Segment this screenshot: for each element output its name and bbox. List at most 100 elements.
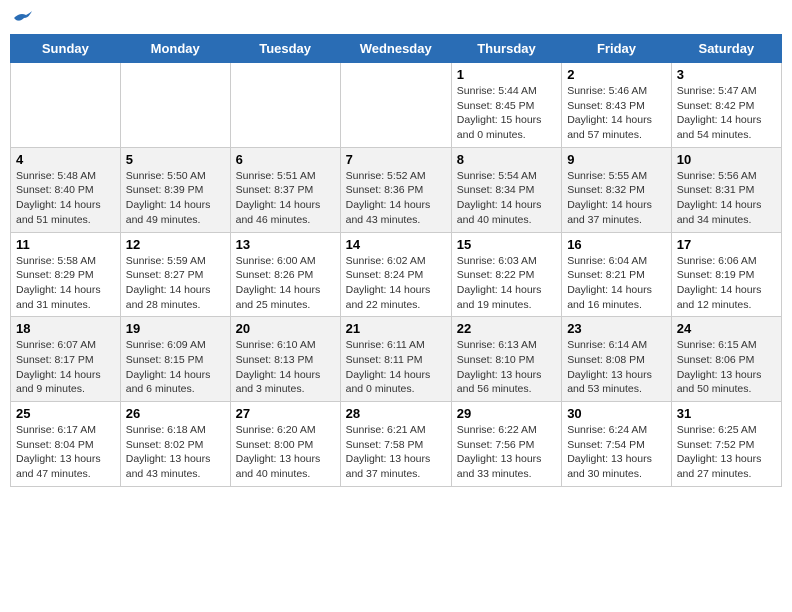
day-info: Sunrise: 6:03 AM Sunset: 8:22 PM Dayligh…: [457, 254, 556, 313]
calendar-day-header: Wednesday: [340, 35, 451, 63]
day-info: Sunrise: 6:06 AM Sunset: 8:19 PM Dayligh…: [677, 254, 776, 313]
day-number: 2: [567, 67, 666, 82]
calendar-cell: 3Sunrise: 5:47 AM Sunset: 8:42 PM Daylig…: [671, 63, 781, 148]
calendar-cell: 22 Sunrise: 6:13 AM Sunset: 8:10 PM Dayli…: [451, 317, 561, 402]
day-number: 13: [236, 237, 335, 252]
calendar-cell: 25 Sunrise: 6:17 AM Sunset: 8:04 PM Dayli…: [11, 402, 121, 487]
calendar-cell: 27Sunrise: 6:20 AM Sunset: 8:00 PM Dayli…: [230, 402, 340, 487]
day-number: 22: [457, 321, 556, 336]
logo: [10, 10, 32, 26]
day-number: 23: [567, 321, 666, 336]
day-info: Sunrise: 5:51 AM Sunset: 8:37 PM Dayligh…: [236, 169, 335, 228]
day-number: 9: [567, 152, 666, 167]
day-number: 3: [677, 67, 776, 82]
day-number: 15: [457, 237, 556, 252]
calendar-cell: [340, 63, 451, 148]
calendar-cell: 29 Sunrise: 6:22 AM Sunset: 7:56 PM Dayli…: [451, 402, 561, 487]
day-number: 5: [126, 152, 225, 167]
day-number: 25: [16, 406, 115, 421]
calendar-cell: 7Sunrise: 5:52 AM Sunset: 8:36 PM Daylig…: [340, 147, 451, 232]
calendar-week-row: 1 Sunrise: 5:44 AM Sunset: 8:45 PM Daylig…: [11, 63, 782, 148]
day-info: Sunrise: 5:46 AM Sunset: 8:43 PM Dayligh…: [567, 84, 666, 143]
day-info: Sunrise: 5:48 AM Sunset: 8:40 PM Dayligh…: [16, 169, 115, 228]
calendar-day-header: Saturday: [671, 35, 781, 63]
calendar-day-header: Sunday: [11, 35, 121, 63]
day-info: Sunrise: 6:22 AM Sunset: 7:56 PM Dayligh…: [457, 423, 556, 482]
day-info: Sunrise: 6:02 AM Sunset: 8:24 PM Dayligh…: [346, 254, 446, 313]
calendar-cell: 8Sunrise: 5:54 AM Sunset: 8:34 PM Daylig…: [451, 147, 561, 232]
day-number: 28: [346, 406, 446, 421]
day-info: Sunrise: 6:09 AM Sunset: 8:15 PM Dayligh…: [126, 338, 225, 397]
calendar-cell: 24 Sunrise: 6:15 AM Sunset: 8:06 PM Dayli…: [671, 317, 781, 402]
day-info: Sunrise: 6:25 AM Sunset: 7:52 PM Dayligh…: [677, 423, 776, 482]
calendar-cell: 19Sunrise: 6:09 AM Sunset: 8:15 PM Dayli…: [120, 317, 230, 402]
logo-bird-icon: [12, 10, 32, 26]
day-info: Sunrise: 6:04 AM Sunset: 8:21 PM Dayligh…: [567, 254, 666, 313]
day-number: 18: [16, 321, 115, 336]
calendar-cell: 31 Sunrise: 6:25 AM Sunset: 7:52 PM Dayli…: [671, 402, 781, 487]
calendar-cell: 12 Sunrise: 5:59 AM Sunset: 8:27 PM Dayli…: [120, 232, 230, 317]
calendar-cell: 16 Sunrise: 6:04 AM Sunset: 8:21 PM Dayli…: [562, 232, 672, 317]
day-number: 4: [16, 152, 115, 167]
day-info: Sunrise: 6:24 AM Sunset: 7:54 PM Dayligh…: [567, 423, 666, 482]
day-number: 27: [236, 406, 335, 421]
calendar-cell: 26 Sunrise: 6:18 AM Sunset: 8:02 PM Dayli…: [120, 402, 230, 487]
day-number: 29: [457, 406, 556, 421]
day-number: 6: [236, 152, 335, 167]
calendar-week-row: 25 Sunrise: 6:17 AM Sunset: 8:04 PM Dayli…: [11, 402, 782, 487]
day-info: Sunrise: 6:21 AM Sunset: 7:58 PM Dayligh…: [346, 423, 446, 482]
calendar-cell: 9 Sunrise: 5:55 AM Sunset: 8:32 PM Daylig…: [562, 147, 672, 232]
calendar-cell: 13 Sunrise: 6:00 AM Sunset: 8:26 PM Dayli…: [230, 232, 340, 317]
day-number: 21: [346, 321, 446, 336]
day-info: Sunrise: 6:14 AM Sunset: 8:08 PM Dayligh…: [567, 338, 666, 397]
calendar-day-header: Thursday: [451, 35, 561, 63]
day-number: 14: [346, 237, 446, 252]
calendar-cell: 5 Sunrise: 5:50 AM Sunset: 8:39 PM Daylig…: [120, 147, 230, 232]
day-info: Sunrise: 6:10 AM Sunset: 8:13 PM Dayligh…: [236, 338, 335, 397]
day-info: Sunrise: 5:50 AM Sunset: 8:39 PM Dayligh…: [126, 169, 225, 228]
calendar-cell: 28 Sunrise: 6:21 AM Sunset: 7:58 PM Dayli…: [340, 402, 451, 487]
calendar-week-row: 4 Sunrise: 5:48 AM Sunset: 8:40 PM Daylig…: [11, 147, 782, 232]
calendar-week-row: 11 Sunrise: 5:58 AM Sunset: 8:29 PM Dayli…: [11, 232, 782, 317]
day-info: Sunrise: 6:18 AM Sunset: 8:02 PM Dayligh…: [126, 423, 225, 482]
day-number: 30: [567, 406, 666, 421]
calendar-cell: 30 Sunrise: 6:24 AM Sunset: 7:54 PM Dayli…: [562, 402, 672, 487]
calendar-week-row: 18 Sunrise: 6:07 AM Sunset: 8:17 PM Dayli…: [11, 317, 782, 402]
day-info: Sunrise: 5:55 AM Sunset: 8:32 PM Dayligh…: [567, 169, 666, 228]
day-number: 1: [457, 67, 556, 82]
day-info: Sunrise: 6:17 AM Sunset: 8:04 PM Dayligh…: [16, 423, 115, 482]
calendar-day-header: Tuesday: [230, 35, 340, 63]
day-number: 26: [126, 406, 225, 421]
day-info: Sunrise: 6:13 AM Sunset: 8:10 PM Dayligh…: [457, 338, 556, 397]
day-number: 12: [126, 237, 225, 252]
calendar-cell: 14 Sunrise: 6:02 AM Sunset: 8:24 PM Dayli…: [340, 232, 451, 317]
calendar-cell: 10 Sunrise: 5:56 AM Sunset: 8:31 PM Dayli…: [671, 147, 781, 232]
day-info: Sunrise: 6:11 AM Sunset: 8:11 PM Dayligh…: [346, 338, 446, 397]
calendar-cell: 6 Sunrise: 5:51 AM Sunset: 8:37 PM Daylig…: [230, 147, 340, 232]
day-number: 20: [236, 321, 335, 336]
day-info: Sunrise: 5:44 AM Sunset: 8:45 PM Dayligh…: [457, 84, 556, 143]
calendar-cell: 4 Sunrise: 5:48 AM Sunset: 8:40 PM Daylig…: [11, 147, 121, 232]
calendar-header-row: SundayMondayTuesdayWednesdayThursdayFrid…: [11, 35, 782, 63]
calendar-cell: 1 Sunrise: 5:44 AM Sunset: 8:45 PM Daylig…: [451, 63, 561, 148]
calendar-table: SundayMondayTuesdayWednesdayThursdayFrid…: [10, 34, 782, 487]
day-number: 11: [16, 237, 115, 252]
day-number: 10: [677, 152, 776, 167]
calendar-cell: 15 Sunrise: 6:03 AM Sunset: 8:22 PM Dayli…: [451, 232, 561, 317]
day-number: 7: [346, 152, 446, 167]
day-info: Sunrise: 5:59 AM Sunset: 8:27 PM Dayligh…: [126, 254, 225, 313]
calendar-cell: [120, 63, 230, 148]
day-info: Sunrise: 6:15 AM Sunset: 8:06 PM Dayligh…: [677, 338, 776, 397]
calendar-cell: 18 Sunrise: 6:07 AM Sunset: 8:17 PM Dayli…: [11, 317, 121, 402]
page-header: [10, 10, 782, 26]
calendar-cell: 23 Sunrise: 6:14 AM Sunset: 8:08 PM Dayli…: [562, 317, 672, 402]
calendar-cell: 21 Sunrise: 6:11 AM Sunset: 8:11 PM Dayli…: [340, 317, 451, 402]
day-info: Sunrise: 5:56 AM Sunset: 8:31 PM Dayligh…: [677, 169, 776, 228]
day-info: Sunrise: 6:00 AM Sunset: 8:26 PM Dayligh…: [236, 254, 335, 313]
day-number: 31: [677, 406, 776, 421]
day-number: 24: [677, 321, 776, 336]
day-info: Sunrise: 6:07 AM Sunset: 8:17 PM Dayligh…: [16, 338, 115, 397]
calendar-cell: [230, 63, 340, 148]
day-info: Sunrise: 5:58 AM Sunset: 8:29 PM Dayligh…: [16, 254, 115, 313]
day-number: 16: [567, 237, 666, 252]
